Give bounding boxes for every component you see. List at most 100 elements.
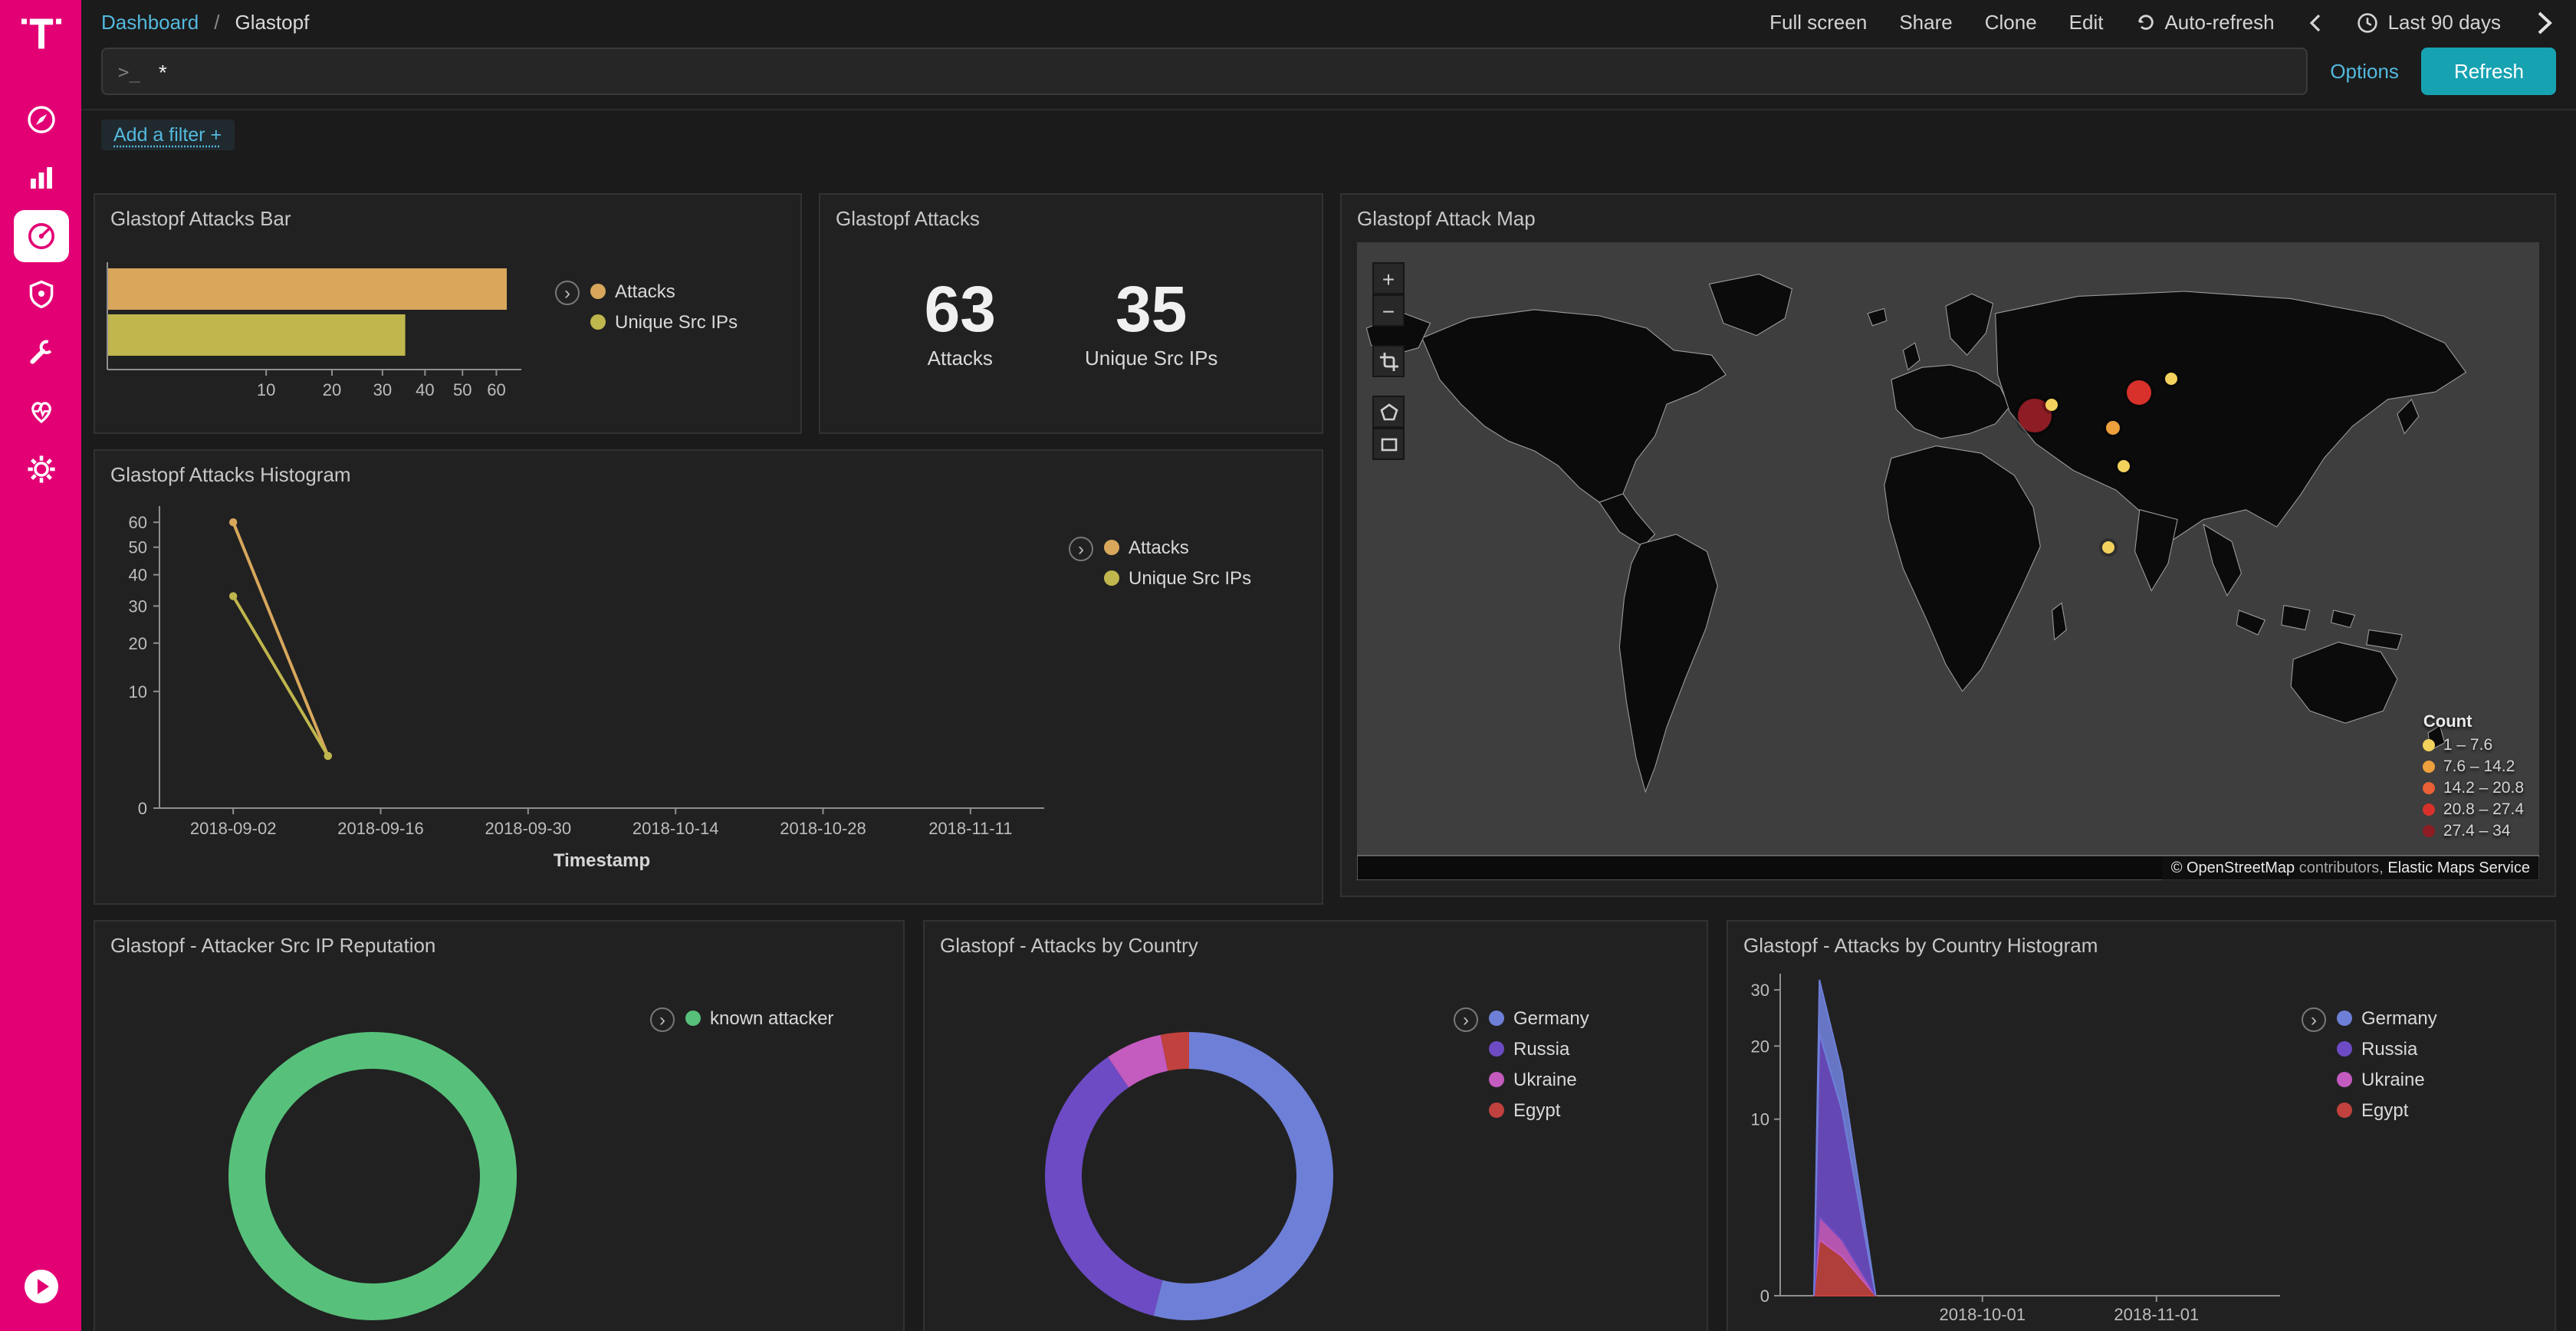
panel-title[interactable]: Glastopf Attacks Histogram xyxy=(95,451,1322,486)
auto-refresh-label: Auto-refresh xyxy=(2164,11,2274,34)
sidebar xyxy=(0,0,81,1331)
polygon-tool-button[interactable] xyxy=(1372,396,1405,428)
panel-src-ip-reputation: Glastopf - Attacker Src IP Reputation › k… xyxy=(94,920,905,1331)
line-series-attacks[interactable] xyxy=(233,522,328,756)
share-button[interactable]: Share xyxy=(1899,11,1952,34)
chart-legend: › Germany Russia Ukraine Egypt xyxy=(2302,961,2555,1331)
attack-location-dot[interactable] xyxy=(2165,373,2177,386)
legend-label: Attacks xyxy=(615,281,675,302)
legend-item[interactable]: Germany xyxy=(2337,1007,2437,1029)
attack-location-dot[interactable] xyxy=(2118,461,2131,473)
legend-color-dot xyxy=(2337,1103,2352,1118)
legend-items: known attacker xyxy=(685,1007,833,1029)
refresh-button[interactable]: Refresh xyxy=(2422,48,2556,95)
data-point[interactable] xyxy=(229,592,237,600)
sidebar-item-dev-tools[interactable] xyxy=(13,327,68,379)
time-forward-button[interactable] xyxy=(2533,10,2556,35)
legend-color-dot xyxy=(1489,1011,1504,1026)
chevron-right-icon xyxy=(2536,10,2553,35)
tick-label: 2018-09-16 xyxy=(337,819,424,838)
sidebar-collapse-button[interactable] xyxy=(13,1260,68,1313)
query-input[interactable]: >_ * xyxy=(101,48,2307,95)
legend-toggle-icon[interactable]: › xyxy=(2302,1007,2326,1032)
add-filter-link[interactable]: Add a filter + xyxy=(101,120,234,150)
legend-color-dot xyxy=(1489,1041,1504,1057)
legend-toggle-icon[interactable]: › xyxy=(650,1007,675,1032)
legend-toggle-icon[interactable]: › xyxy=(1454,1007,1478,1032)
legend-item[interactable]: Attacks xyxy=(1104,537,1251,558)
legend-item[interactable]: Russia xyxy=(2337,1038,2437,1060)
clone-button[interactable]: Clone xyxy=(1985,11,2037,34)
attacks-histogram-chart: 01020304050602018-09-022018-09-162018-09… xyxy=(95,491,1069,903)
edit-button[interactable]: Edit xyxy=(2069,11,2104,34)
legend-items: Attacks Unique Src IPs xyxy=(590,281,738,333)
sidebar-item-dashboard[interactable] xyxy=(13,210,68,262)
sidebar-item-management[interactable] xyxy=(13,443,68,495)
panel-title[interactable]: Glastopf - Attacker Src IP Reputation xyxy=(95,922,903,957)
line-series-unique-src-ips[interactable] xyxy=(233,596,328,756)
attack-location-dot[interactable] xyxy=(2105,420,2119,434)
map-legend-dot xyxy=(2423,782,2436,794)
legend-toggle-icon[interactable]: › xyxy=(1069,537,1093,561)
gear-icon xyxy=(25,454,56,485)
legend-label: Germany xyxy=(2361,1007,2437,1029)
zoom-in-button[interactable]: + xyxy=(1372,262,1405,294)
legend-item[interactable]: Attacks xyxy=(590,281,738,302)
legend-item[interactable]: Unique Src IPs xyxy=(1104,567,1251,589)
legend-item[interactable]: Egypt xyxy=(1489,1099,1589,1121)
auto-refresh-button[interactable]: Auto-refresh xyxy=(2135,11,2274,34)
panel-title[interactable]: Glastopf Attacks xyxy=(820,195,1322,230)
bar-unique-src-ips[interactable] xyxy=(108,314,406,356)
options-link[interactable]: Options xyxy=(2330,60,2399,83)
bar-attacks[interactable] xyxy=(108,268,507,310)
sidebar-item-monitoring[interactable] xyxy=(13,385,68,437)
rectangle-tool-button[interactable] xyxy=(1372,428,1405,460)
crop-tool-button[interactable] xyxy=(1372,345,1405,377)
zoom-out-button[interactable]: − xyxy=(1372,294,1405,327)
time-range-picker[interactable]: Last 90 days xyxy=(2358,11,2501,34)
pie-slice-russia[interactable] xyxy=(1045,1057,1162,1316)
attack-location-dot[interactable] xyxy=(2128,380,2152,405)
legend-item[interactable]: Ukraine xyxy=(1489,1069,1589,1090)
legend-item[interactable]: Ukraine xyxy=(2337,1069,2437,1090)
legend-item[interactable]: Germany xyxy=(1489,1007,1589,1029)
map-attribution-text[interactable]: © OpenStreetMap xyxy=(2171,860,2295,877)
panel-title[interactable]: Glastopf Attacks Bar xyxy=(95,195,800,230)
map-attribution-text[interactable]: Elastic Maps Service xyxy=(2387,860,2530,877)
legend-label: Russia xyxy=(2361,1038,2417,1060)
legend-item[interactable]: Russia xyxy=(1489,1038,1589,1060)
legend-item[interactable]: known attacker xyxy=(685,1007,833,1029)
legend-label: Ukraine xyxy=(1513,1069,1577,1090)
panel-title[interactable]: Glastopf - Attacks by Country Histogram xyxy=(1728,922,2555,957)
pie-slice-germany[interactable] xyxy=(1154,1032,1333,1320)
tick-label: 60 xyxy=(487,380,505,399)
legend-item[interactable]: Unique Src IPs xyxy=(590,311,738,333)
legend-color-dot xyxy=(1104,540,1119,555)
data-point[interactable] xyxy=(229,518,237,526)
dashboard-gauge-icon xyxy=(25,221,56,251)
data-point[interactable] xyxy=(324,752,332,760)
time-back-button[interactable] xyxy=(2307,13,2325,31)
sidebar-item-security[interactable] xyxy=(13,268,68,320)
pie-slice-known-attacker[interactable] xyxy=(247,1050,498,1302)
sidebar-item-discover[interactable] xyxy=(13,94,68,146)
filter-bar: Add a filter + xyxy=(81,110,2576,159)
telekom-logo[interactable] xyxy=(18,11,64,57)
query-prompt-icon: >_ xyxy=(118,61,140,82)
attack-location-dot[interactable] xyxy=(2103,542,2115,554)
legend-color-dot xyxy=(590,284,606,299)
full-screen-button[interactable]: Full screen xyxy=(1769,11,1867,34)
attack-location-dot[interactable] xyxy=(2046,399,2058,412)
sidebar-item-visualize[interactable] xyxy=(13,152,68,204)
legend-item[interactable]: Egypt xyxy=(2337,1099,2437,1121)
src-ip-reputation-donut xyxy=(95,961,650,1331)
map-legend-row: 27.4 – 34 xyxy=(2423,822,2524,840)
legend-toggle-icon[interactable]: › xyxy=(555,281,580,305)
map-attribution-text: contributors, xyxy=(2295,860,2387,877)
panel-title[interactable]: Glastopf Attack Map xyxy=(1342,195,2555,230)
attack-map[interactable]: +−Count1 – 7.67.6 – 14.214.2 – 20.820.8 … xyxy=(1357,242,2539,880)
panel-title[interactable]: Glastopf - Attacks by Country xyxy=(925,922,1707,957)
legend-color-dot xyxy=(685,1011,701,1026)
chevron-left-icon xyxy=(2310,13,2322,31)
breadcrumb-dashboard[interactable]: Dashboard xyxy=(101,11,199,34)
